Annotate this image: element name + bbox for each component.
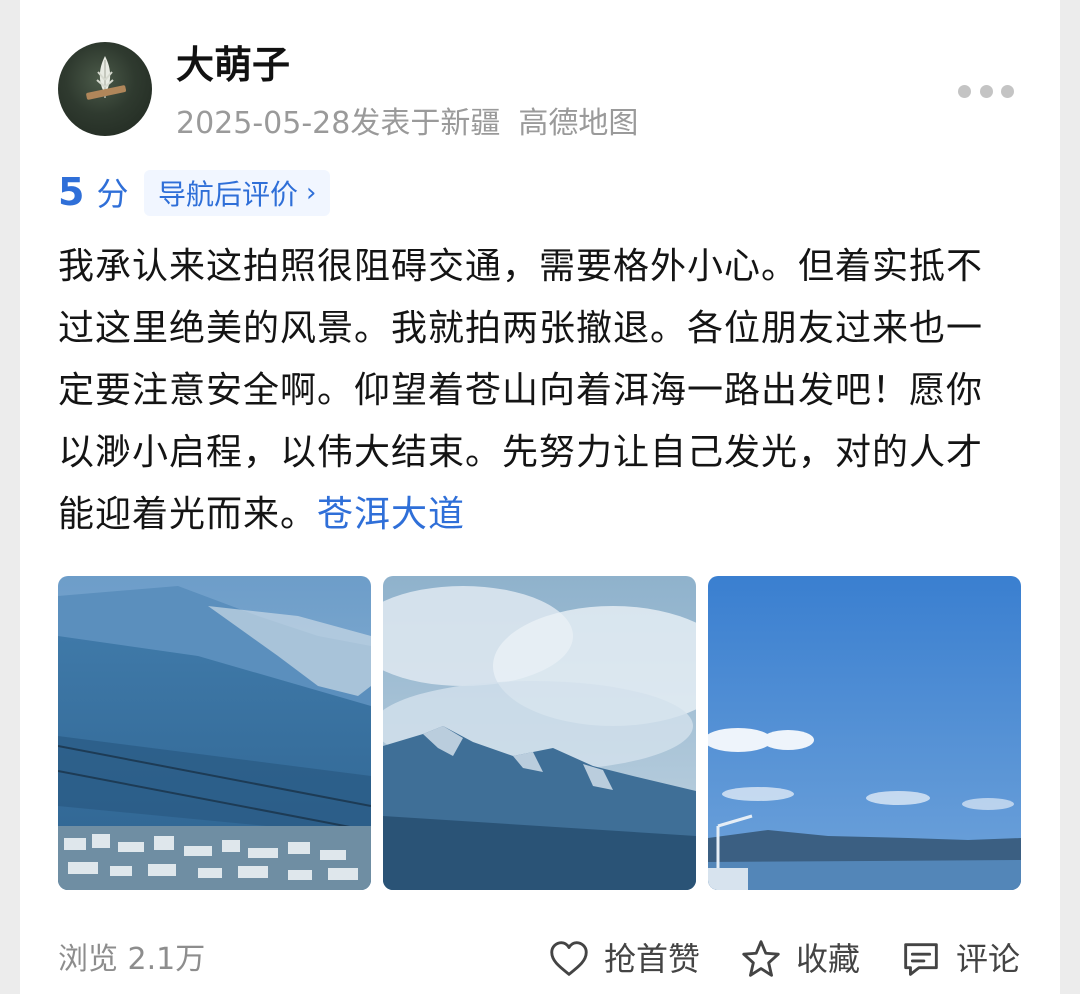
favorite-button[interactable]: 收藏 — [738, 936, 860, 982]
comment-label: 评论 — [955, 940, 1020, 978]
heart-icon — [550, 941, 588, 976]
more-options-button[interactable] — [958, 80, 1014, 102]
favorite-label: 收藏 — [795, 940, 860, 978]
more-dots-icon — [958, 84, 971, 98]
view-count: 浏览 2.1万 — [58, 942, 206, 977]
post-card: 大萌子 2025-05-28发表于新疆 高德地图 5 分 导航后评价 › 我承认来… — [20, 0, 1060, 994]
photo-grid — [58, 576, 1022, 890]
more-dots-icon — [1001, 84, 1014, 98]
nav-review-label: 导航后评价 — [158, 178, 299, 211]
post-content: 我承认来这拍照很阻碍交通，需要格外小心。但着实抵不过这里绝美的风景。我就拍两张撤… — [58, 236, 1018, 546]
post-date-location: 2025-05-28发表于新疆 — [176, 106, 501, 141]
comment-icon — [904, 943, 938, 976]
topic-tag-link[interactable]: 苍洱大道 — [317, 494, 465, 535]
post-content-text: 我承认来这拍照很阻碍交通，需要格外小心。但着实抵不过这里绝美的风景。我就拍两张撤… — [58, 246, 984, 535]
chevron-right-icon: › — [306, 178, 317, 208]
post-source: 高德地图 — [518, 106, 639, 141]
like-button[interactable]: 抢首赞 — [546, 936, 700, 982]
score-value: 5 — [58, 170, 85, 214]
post-actions: 抢首赞 收藏 评论 — [508, 936, 1020, 982]
clouds-peak-photo[interactable] — [383, 576, 696, 890]
mountain-slope-photo[interactable] — [58, 576, 371, 890]
author-name[interactable]: 大萌子 — [176, 40, 290, 90]
feather-logo-icon — [86, 56, 127, 100]
avatar[interactable] — [58, 42, 152, 136]
rating-score: 5 分 — [58, 170, 128, 214]
star-icon — [742, 940, 780, 977]
post-meta: 2025-05-28发表于新疆 高德地图 — [176, 104, 638, 144]
comment-button[interactable]: 评论 — [898, 936, 1020, 982]
more-dots-icon — [979, 84, 993, 98]
blue-sky-lake-photo[interactable] — [708, 576, 1021, 890]
score-unit: 分 — [96, 175, 129, 213]
nav-review-button[interactable]: 导航后评价 › — [144, 170, 331, 216]
like-label: 抢首赞 — [603, 940, 700, 978]
